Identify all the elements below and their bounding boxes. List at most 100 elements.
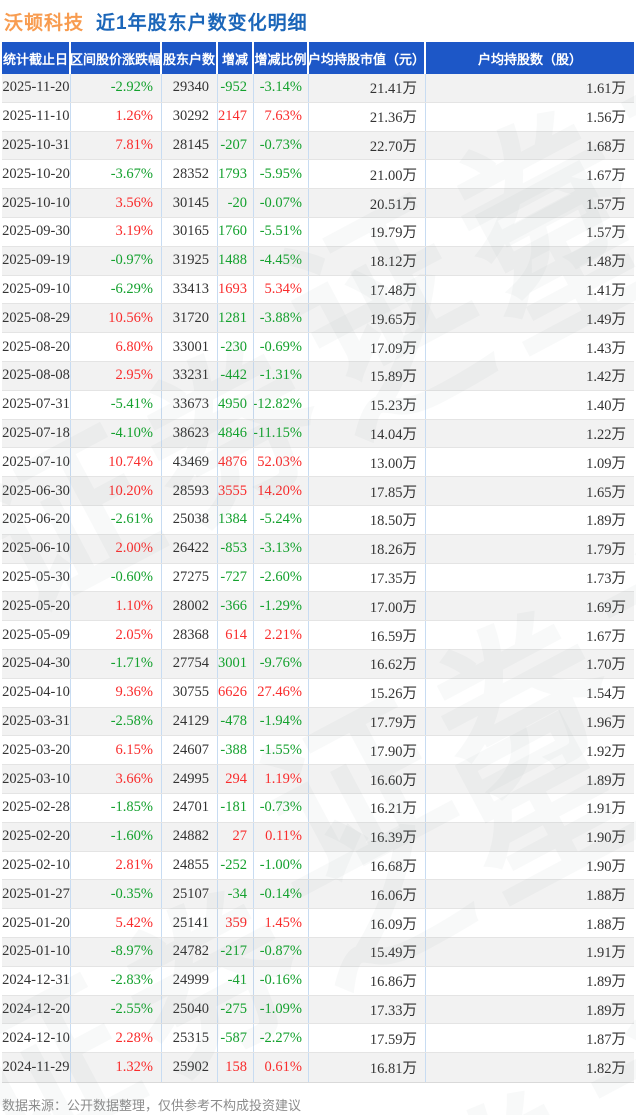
cell-avg-shares: 1.90万 (586, 830, 626, 847)
cell-holders: 33413 (162, 275, 218, 304)
table-row: 2025-02-20 -1.60% 24882 27 0.11% 16.39万 1.90万 (2, 822, 634, 852)
cell-delta: -4950 (218, 390, 254, 419)
cell-delta: -366 (218, 592, 254, 621)
cell-holders: 28593 (162, 477, 218, 505)
table-row: 2025-02-10 2.81% 24855 -252 -1.00% 16.68万 1.90… (2, 851, 634, 881)
column-header: 增减 (218, 42, 254, 74)
cell-avg-shares: 1.61万 (586, 81, 626, 98)
cell-delta-pct: -2.60% (254, 563, 309, 592)
cell-delta-pct: 0.61% (254, 1053, 309, 1082)
cell-date: 2025-09-10 (2, 275, 71, 304)
cell-holders: 30755 (162, 678, 218, 707)
cell-price-change: 2.28% (71, 1024, 162, 1053)
cell-holders: 24129 (162, 707, 218, 736)
cell-delta: 614 (218, 621, 254, 649)
cell-price-change: 6.15% (71, 736, 162, 765)
column-header: 增减比例 (254, 42, 309, 74)
cell-date: 2025-11-20 (2, 74, 71, 102)
cell-holders: 24855 (162, 851, 218, 880)
table-row: 2025-05-09 2.05% 28368 614 2.21% 16.59万 1.67万 (2, 621, 634, 650)
cell-avg-market-value: 22.70万 (309, 131, 426, 160)
cell-date: 2025-03-31 (2, 707, 71, 736)
cell-date: 2025-02-28 (2, 793, 71, 822)
cell-avg-market-value: 21.41万 (309, 74, 426, 102)
cell-price-change: 9.36% (71, 678, 162, 707)
cell-delta-pct: -0.16% (254, 966, 309, 995)
cell-delta-pct: -0.87% (254, 937, 309, 966)
cell-delta-pct: -9.76% (254, 649, 309, 678)
cell-delta-pct: 1.45% (254, 909, 309, 937)
cell-delta: -727 (218, 563, 254, 592)
cell-holders: 31720 (162, 304, 218, 333)
cell-holders: 25038 (162, 505, 218, 534)
table-row: 2025-08-20 6.80% 33001 -230 -0.69% 17.09万 1.43… (2, 333, 634, 362)
cell-holders: 28002 (162, 592, 218, 621)
cell-holders: 24999 (162, 966, 218, 995)
cell-delta: -275 (218, 995, 254, 1024)
cell-delta-pct: -3.88% (254, 304, 309, 333)
cell-price-change: -1.71% (71, 649, 162, 678)
cell-delta: 2147 (218, 102, 254, 131)
cell-price-change: 2.00% (71, 534, 162, 563)
cell-date: 2025-10-20 (2, 160, 71, 189)
cell-delta: -1793 (218, 160, 254, 189)
cell-delta-pct: -3.13% (254, 534, 309, 563)
cell-date: 2025-06-30 (2, 477, 71, 505)
cell-avg-shares: 1.54万 (586, 686, 626, 703)
cell-avg-shares: 1.92万 (586, 743, 626, 760)
cell-holders: 25040 (162, 995, 218, 1024)
cell-date: 2025-07-10 (2, 448, 71, 477)
cell-delta-pct: -11.15% (254, 419, 309, 448)
column-header: 区间股价涨跌幅 (71, 42, 162, 74)
cell-price-change: -2.83% (71, 966, 162, 995)
cell-date: 2024-11-29 (2, 1053, 71, 1082)
cell-delta: 359 (218, 909, 254, 937)
cell-avg-shares: 1.65万 (586, 484, 626, 501)
stock-name: 沃顿科技 (4, 13, 85, 34)
cell-date: 2024-12-10 (2, 1024, 71, 1053)
cell-delta: 14876 (218, 448, 254, 477)
cell-avg-market-value: 18.26万 (309, 534, 426, 563)
cell-holders: 25902 (162, 1053, 218, 1082)
table-row: 2025-02-28 -1.85% 24701 -181 -0.73% 16.21万 1.9… (2, 793, 634, 823)
cell-avg-shares: 1.89万 (586, 772, 626, 789)
cell-delta-pct: -5.95% (254, 160, 309, 189)
cell-avg-shares: 1.89万 (586, 1002, 626, 1019)
cell-price-change: -2.58% (71, 707, 162, 736)
cell-avg-market-value: 16.62万 (309, 649, 426, 678)
table-row: 2025-06-30 10.20% 28593 3555 14.20% 17.85万 1.6… (2, 477, 634, 506)
cell-price-change: 3.66% (71, 765, 162, 793)
cell-avg-shares: 1.09万 (586, 455, 626, 472)
table-row: 2025-09-303.19%30165-1760-5.51%19.79万 1.5… (2, 217, 634, 247)
cell-price-change: -8.97% (71, 937, 162, 966)
cell-avg-market-value: 17.79万 (309, 707, 426, 736)
cell-date: 2025-03-20 (2, 736, 71, 765)
cell-avg-shares: 1.87万 (586, 1031, 626, 1048)
cell-avg-market-value: 15.23万 (309, 390, 426, 419)
cell-delta: 294 (218, 765, 254, 793)
cell-delta: -1384 (218, 505, 254, 534)
table-row: 2025-05-20 1.10% 28002 -366 -1.29% 17.00万 1.69… (2, 592, 634, 622)
cell-date: 2025-09-19 (2, 246, 71, 275)
cell-delta: -853 (218, 534, 254, 563)
cell-price-change: 2.05% (71, 621, 162, 649)
cell-holders: 43469 (162, 448, 218, 477)
shareholder-table: 统计截止日 区间股价涨跌幅 股东户数 增减 增减比例 户均持股市值（元） 户均持股数（股） … (2, 42, 634, 1083)
cell-price-change: -0.35% (71, 880, 162, 909)
table-body: 2025-11-20 -2.92% 29340 -952 -3.14% 21.41万 1.6… (2, 74, 634, 1083)
cell-holders: 26422 (162, 534, 218, 563)
cell-holders: 25141 (162, 909, 218, 937)
cell-delta: 1693 (218, 275, 254, 304)
cell-price-change: -2.61% (71, 505, 162, 534)
cell-avg-market-value: 17.09万 (309, 333, 426, 361)
table-row: 2025-08-2910.56%31720-1281-3.88%19.65万 1.… (2, 304, 634, 334)
table-row: 2025-10-10 3.56% 30145 -20 -0.07% 20.51万 1.57万 (2, 189, 634, 218)
table-row: 2025-09-10 -6.29% 33413 1693 5.34% 17.48万 1.41… (2, 275, 634, 305)
cell-avg-market-value: 17.59万 (309, 1024, 426, 1053)
cell-date: 2025-11-10 (2, 102, 71, 131)
cell-delta-pct: -0.14% (254, 880, 309, 909)
cell-delta: 3555 (218, 477, 254, 505)
cell-avg-shares: 1.68万 (586, 138, 626, 155)
cell-avg-market-value: 16.81万 (309, 1053, 426, 1082)
table-row: 2025-01-20 5.42% 25141 359 1.45% 16.09万 1.88万 (2, 909, 634, 938)
